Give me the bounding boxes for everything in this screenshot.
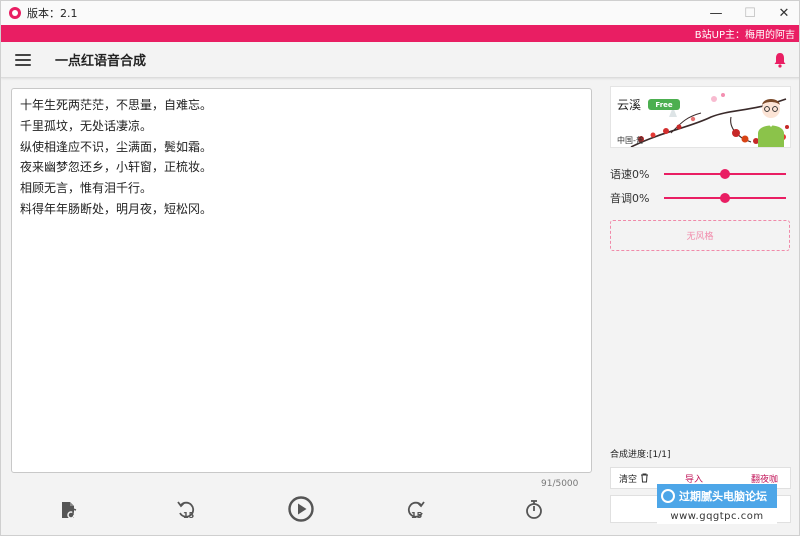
watermark: 过期腻头电脑论坛 www.gqgtpc.com — [657, 484, 777, 524]
author-banner: B站UP主：梅用的阿吉 — [1, 25, 799, 42]
rewind-15-icon[interactable]: 15 — [175, 499, 197, 521]
watermark-logo-icon — [661, 489, 675, 503]
bell-icon[interactable] — [773, 52, 787, 68]
watermark-url: www.gqgtpc.com — [657, 508, 777, 524]
title-bar: 版本：2.1 — ☐ ✕ — [1, 1, 799, 25]
close-button[interactable]: ✕ — [767, 1, 799, 25]
editor-line: 纵使相逢应不识，尘满面，鬓如霜。 — [20, 139, 213, 154]
trash-icon — [641, 473, 649, 483]
editor-line: 相顾无言，惟有泪千行。 — [20, 181, 153, 196]
speed-slider[interactable]: 语速0% — [610, 166, 791, 182]
forward-15-icon[interactable]: 15 — [405, 499, 427, 521]
voice-name: 云溪 — [617, 98, 642, 112]
forward-label: 15 — [411, 511, 423, 520]
voice-card[interactable]: 云溪 Free 中国-普 — [610, 86, 791, 148]
char-count: 91/5000 — [541, 479, 579, 489]
editor-line: 料得年年肠断处，明月夜，短松冈。 — [20, 201, 213, 216]
style-label: 无风格 — [686, 232, 714, 242]
hamburger-menu-icon[interactable] — [15, 53, 31, 66]
style-selector[interactable]: 无风格 — [610, 220, 790, 251]
app-title: 一点红语音合成 — [55, 54, 147, 69]
editor-line: 十年生死两茫茫，不思量，自难忘。 — [20, 98, 213, 112]
free-badge: Free — [648, 99, 680, 110]
author-text: B站UP主：梅用的阿吉 — [694, 30, 795, 41]
speed-thumb[interactable] — [720, 169, 730, 179]
window-controls: — ☐ ✕ — [699, 1, 799, 25]
editor-line: 夜来幽梦忽还乡，小轩窗，正梳妆。 — [20, 160, 213, 175]
voice-region: 中国-普 — [617, 136, 644, 145]
minimize-button[interactable]: — — [699, 1, 733, 25]
window-title: 版本：2.1 — [27, 7, 78, 20]
music-file-icon[interactable] — [59, 499, 79, 521]
pitch-slider[interactable]: 音调0% — [610, 190, 791, 206]
app-header: 一点红语音合成 — [1, 42, 799, 78]
app-window: 版本：2.1 — ☐ ✕ B站UP主：梅用的阿吉 一点红语音合成 十年生死两茫茫… — [0, 0, 800, 536]
speed-label: 语速0% — [610, 168, 650, 181]
maximize-button[interactable]: ☐ — [733, 1, 767, 25]
pitch-thumb[interactable] — [720, 193, 730, 203]
clear-label: 清空 — [619, 474, 638, 485]
rewind-label: 15 — [183, 511, 195, 520]
editor-line: 千里孤坟，无处话凄凉。 — [20, 118, 153, 133]
app-logo-icon — [9, 7, 21, 19]
play-icon[interactable] — [287, 495, 315, 523]
timer-icon[interactable] — [523, 499, 545, 521]
pitch-label: 音调0% — [610, 192, 650, 205]
clear-button[interactable]: 清空 — [619, 472, 649, 485]
text-editor[interactable]: 十年生死两茫茫，不思量，自难忘。 千里孤坟，无处话凄凉。 纵使相逢应不识，尘满面… — [11, 88, 592, 473]
watermark-name: 过期腻头电脑论坛 — [657, 484, 777, 508]
synthesis-progress: 合成进度:[1/1] — [610, 450, 671, 460]
